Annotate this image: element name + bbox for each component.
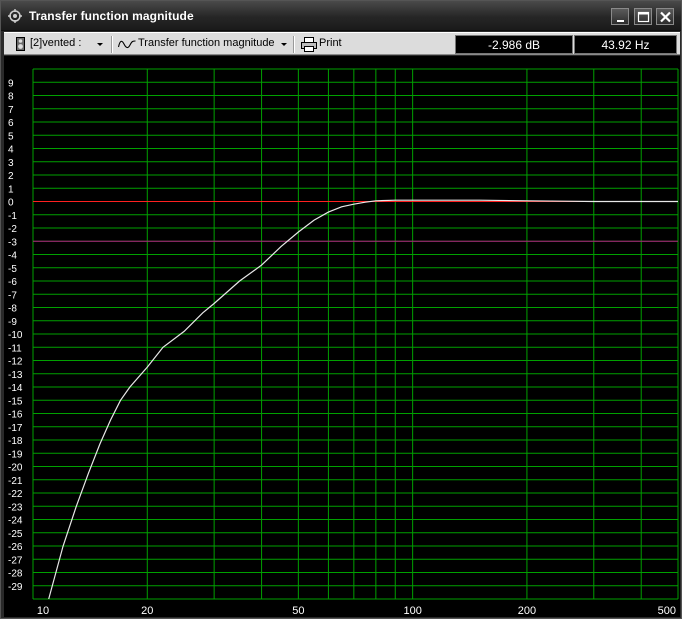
close-icon xyxy=(660,11,671,23)
x-tick-label: 10 xyxy=(37,605,49,617)
y-tick-label: -26 xyxy=(8,542,23,553)
maximize-button[interactable] xyxy=(634,8,652,25)
x-tick-label: 50 xyxy=(292,605,304,617)
hz-readout: 43.92 Hz xyxy=(574,35,677,54)
y-tick-label: -9 xyxy=(8,317,17,328)
close-button[interactable] xyxy=(656,8,674,25)
y-tick-label: -3 xyxy=(8,237,17,248)
y-tick-label: -27 xyxy=(8,555,23,566)
y-tick-label: -10 xyxy=(8,330,23,341)
driver-select-chevron-down-icon xyxy=(97,43,103,46)
driver-select[interactable]: [2]vented : xyxy=(8,34,108,54)
transfer-function-chart[interactable]: 9876543210-1-2-3-4-5-6-7-8-9-10-11-12-13… xyxy=(4,56,680,617)
y-tick-label: -1 xyxy=(8,211,17,222)
y-tick-label: -19 xyxy=(8,449,23,460)
y-tick-label: -15 xyxy=(8,396,23,407)
y-tick-label: -5 xyxy=(8,264,17,275)
toolbar: [2]vented : Transfer function magnitude … xyxy=(4,32,680,55)
y-tick-label: -17 xyxy=(8,423,23,434)
toolbar-separator xyxy=(293,36,295,53)
waveform-icon xyxy=(118,40,136,49)
y-tick-label: -24 xyxy=(8,516,23,527)
graph-select-value: Transfer function magnitude xyxy=(138,37,275,49)
driver-select-value: [2]vented : xyxy=(30,37,82,49)
toolbar-separator xyxy=(111,36,113,53)
y-tick-label: 6 xyxy=(8,118,14,129)
x-tick-label: 100 xyxy=(403,605,421,617)
x-tick-label: 20 xyxy=(141,605,153,617)
y-tick-label: -21 xyxy=(8,476,23,487)
magnitude-curve xyxy=(48,199,678,600)
x-tick-label: 500 xyxy=(658,605,676,617)
y-tick-label: 4 xyxy=(8,145,14,156)
y-tick-label: 1 xyxy=(8,184,14,195)
print-label: Print xyxy=(319,37,342,49)
y-tick-label: -16 xyxy=(8,410,23,421)
y-tick-label: 3 xyxy=(8,158,14,169)
y-tick-label: -7 xyxy=(8,290,17,301)
y-tick-label: -14 xyxy=(8,383,23,394)
y-tick-label: -29 xyxy=(8,582,23,593)
speaker-box-icon xyxy=(16,37,25,51)
y-tick-label: -4 xyxy=(8,251,17,262)
chart-plot-area[interactable]: 9 8 7 6 5 4 3 2 1 0 -1 -2 -3 -4 -5 -6 -7 -8 -9 -10 -11 -12 -13… xyxy=(4,56,680,617)
graph-select[interactable]: Transfer function magnitude xyxy=(114,34,290,54)
y-tick-label: -11 xyxy=(8,343,22,354)
y-tick-label: 0 xyxy=(8,198,14,209)
transfer-function-window: Transfer function magnitude [2]vented: … xyxy=(0,0,682,619)
y-tick-label: -25 xyxy=(8,529,23,540)
minimize-button[interactable] xyxy=(611,8,629,25)
y-tick-label: -20 xyxy=(8,463,23,474)
y-tick-label: -6 xyxy=(8,277,17,288)
speaker-gear-icon xyxy=(8,9,22,23)
y-tick-label: 9 xyxy=(8,78,14,89)
window-title: Transfer function magnitude xyxy=(29,9,194,23)
y-tick-label: 2 xyxy=(8,171,14,182)
printer-icon xyxy=(301,37,317,52)
y-tick-label: 8 xyxy=(8,92,14,103)
y-tick-label: -22 xyxy=(8,489,23,500)
y-tick-label: -12 xyxy=(8,357,23,368)
y-tick-label: -23 xyxy=(8,502,23,513)
y-tick-label: -13 xyxy=(8,370,23,381)
maximize-icon xyxy=(637,11,650,23)
print-button[interactable]: Print xyxy=(297,34,357,54)
y-tick-label: -8 xyxy=(8,304,17,315)
x-tick-label: 200 xyxy=(518,605,536,617)
y-tick-label: 5 xyxy=(8,131,14,142)
graph-select-chevron-down-icon xyxy=(281,43,287,46)
y-tick-label: -18 xyxy=(8,436,23,447)
minimize-icon xyxy=(617,20,624,22)
y-tick-label: -28 xyxy=(8,569,23,580)
y-tick-label: 7 xyxy=(8,105,14,116)
db-readout: -2.986 dB xyxy=(455,35,573,54)
y-tick-label: -2 xyxy=(8,224,17,235)
title-bar[interactable]: Transfer function magnitude xyxy=(1,1,681,31)
